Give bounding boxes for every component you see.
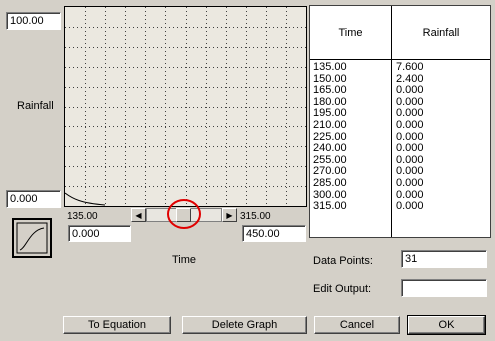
scroll-right-button[interactable]: ▶ <box>222 208 237 222</box>
scroll-left-button[interactable]: ◀ <box>131 208 146 222</box>
edit-output-label: Edit Output: <box>313 283 372 295</box>
x-axis-label: Time <box>172 254 197 266</box>
rainfall-column: 7.600 2.400 0.000 0.000 0.000 0.000 0.000 0.000… <box>396 61 424 213</box>
x-start-label: 135.00 <box>67 211 98 222</box>
curve-icon <box>16 222 48 254</box>
table-cell-time[interactable]: 240.00 <box>313 143 347 155</box>
ok-button[interactable]: OK <box>407 315 486 335</box>
table-cell-rainfall[interactable]: 0.000 <box>396 119 424 132</box>
to-equation-button[interactable]: To Equation <box>63 316 171 334</box>
cancel-button[interactable]: Cancel <box>314 316 400 334</box>
data-points-field[interactable]: 31 <box>401 250 487 268</box>
table-cell-time[interactable]: 135.00 <box>313 61 347 74</box>
highlight-circle <box>167 199 201 229</box>
data-table[interactable]: Time Rainfall 135.00 150.00 165.00 180.00 19… <box>309 5 491 238</box>
column-divider <box>391 6 392 237</box>
time-column: 135.00 150.00 165.00 180.00 195.00 210.00 225.… <box>313 61 347 213</box>
y-max-field[interactable]: 100.00 <box>6 12 61 30</box>
plot-grid <box>65 7 306 206</box>
arrow-right-icon: ▶ <box>226 210 233 220</box>
edit-output-field[interactable] <box>401 279 487 297</box>
column-header-rainfall-label: Rainfall <box>422 26 460 39</box>
table-cell-rainfall[interactable]: 7.600 <box>396 61 424 74</box>
y-axis-label: Rainfall <box>17 100 54 112</box>
plot-area[interactable] <box>64 6 307 207</box>
table-cell-rainfall[interactable]: 0.000 <box>396 201 424 213</box>
column-header-rainfall[interactable]: Rainfall <box>392 6 490 60</box>
column-header-time-label: Time <box>338 26 363 39</box>
y-min-field[interactable]: 0.000 <box>6 190 61 208</box>
table-cell-rainfall[interactable]: 0.000 <box>396 143 424 155</box>
table-cell-time[interactable]: 285.00 <box>313 177 347 190</box>
x-end-label: 315.00 <box>240 211 271 222</box>
table-cell-time[interactable]: 315.00 <box>313 201 347 213</box>
curve-shape-button[interactable] <box>12 218 52 258</box>
delete-graph-button[interactable]: Delete Graph <box>182 316 307 334</box>
column-header-time[interactable]: Time <box>310 6 392 60</box>
x-max-field[interactable]: 450.00 <box>242 225 306 242</box>
table-cell-rainfall[interactable]: 0.000 <box>396 177 424 190</box>
x-min-field[interactable]: 0.000 <box>68 225 131 242</box>
table-cell-time[interactable]: 210.00 <box>313 119 347 132</box>
arrow-left-icon: ◀ <box>135 210 142 220</box>
data-points-label: Data Points: <box>313 255 373 267</box>
